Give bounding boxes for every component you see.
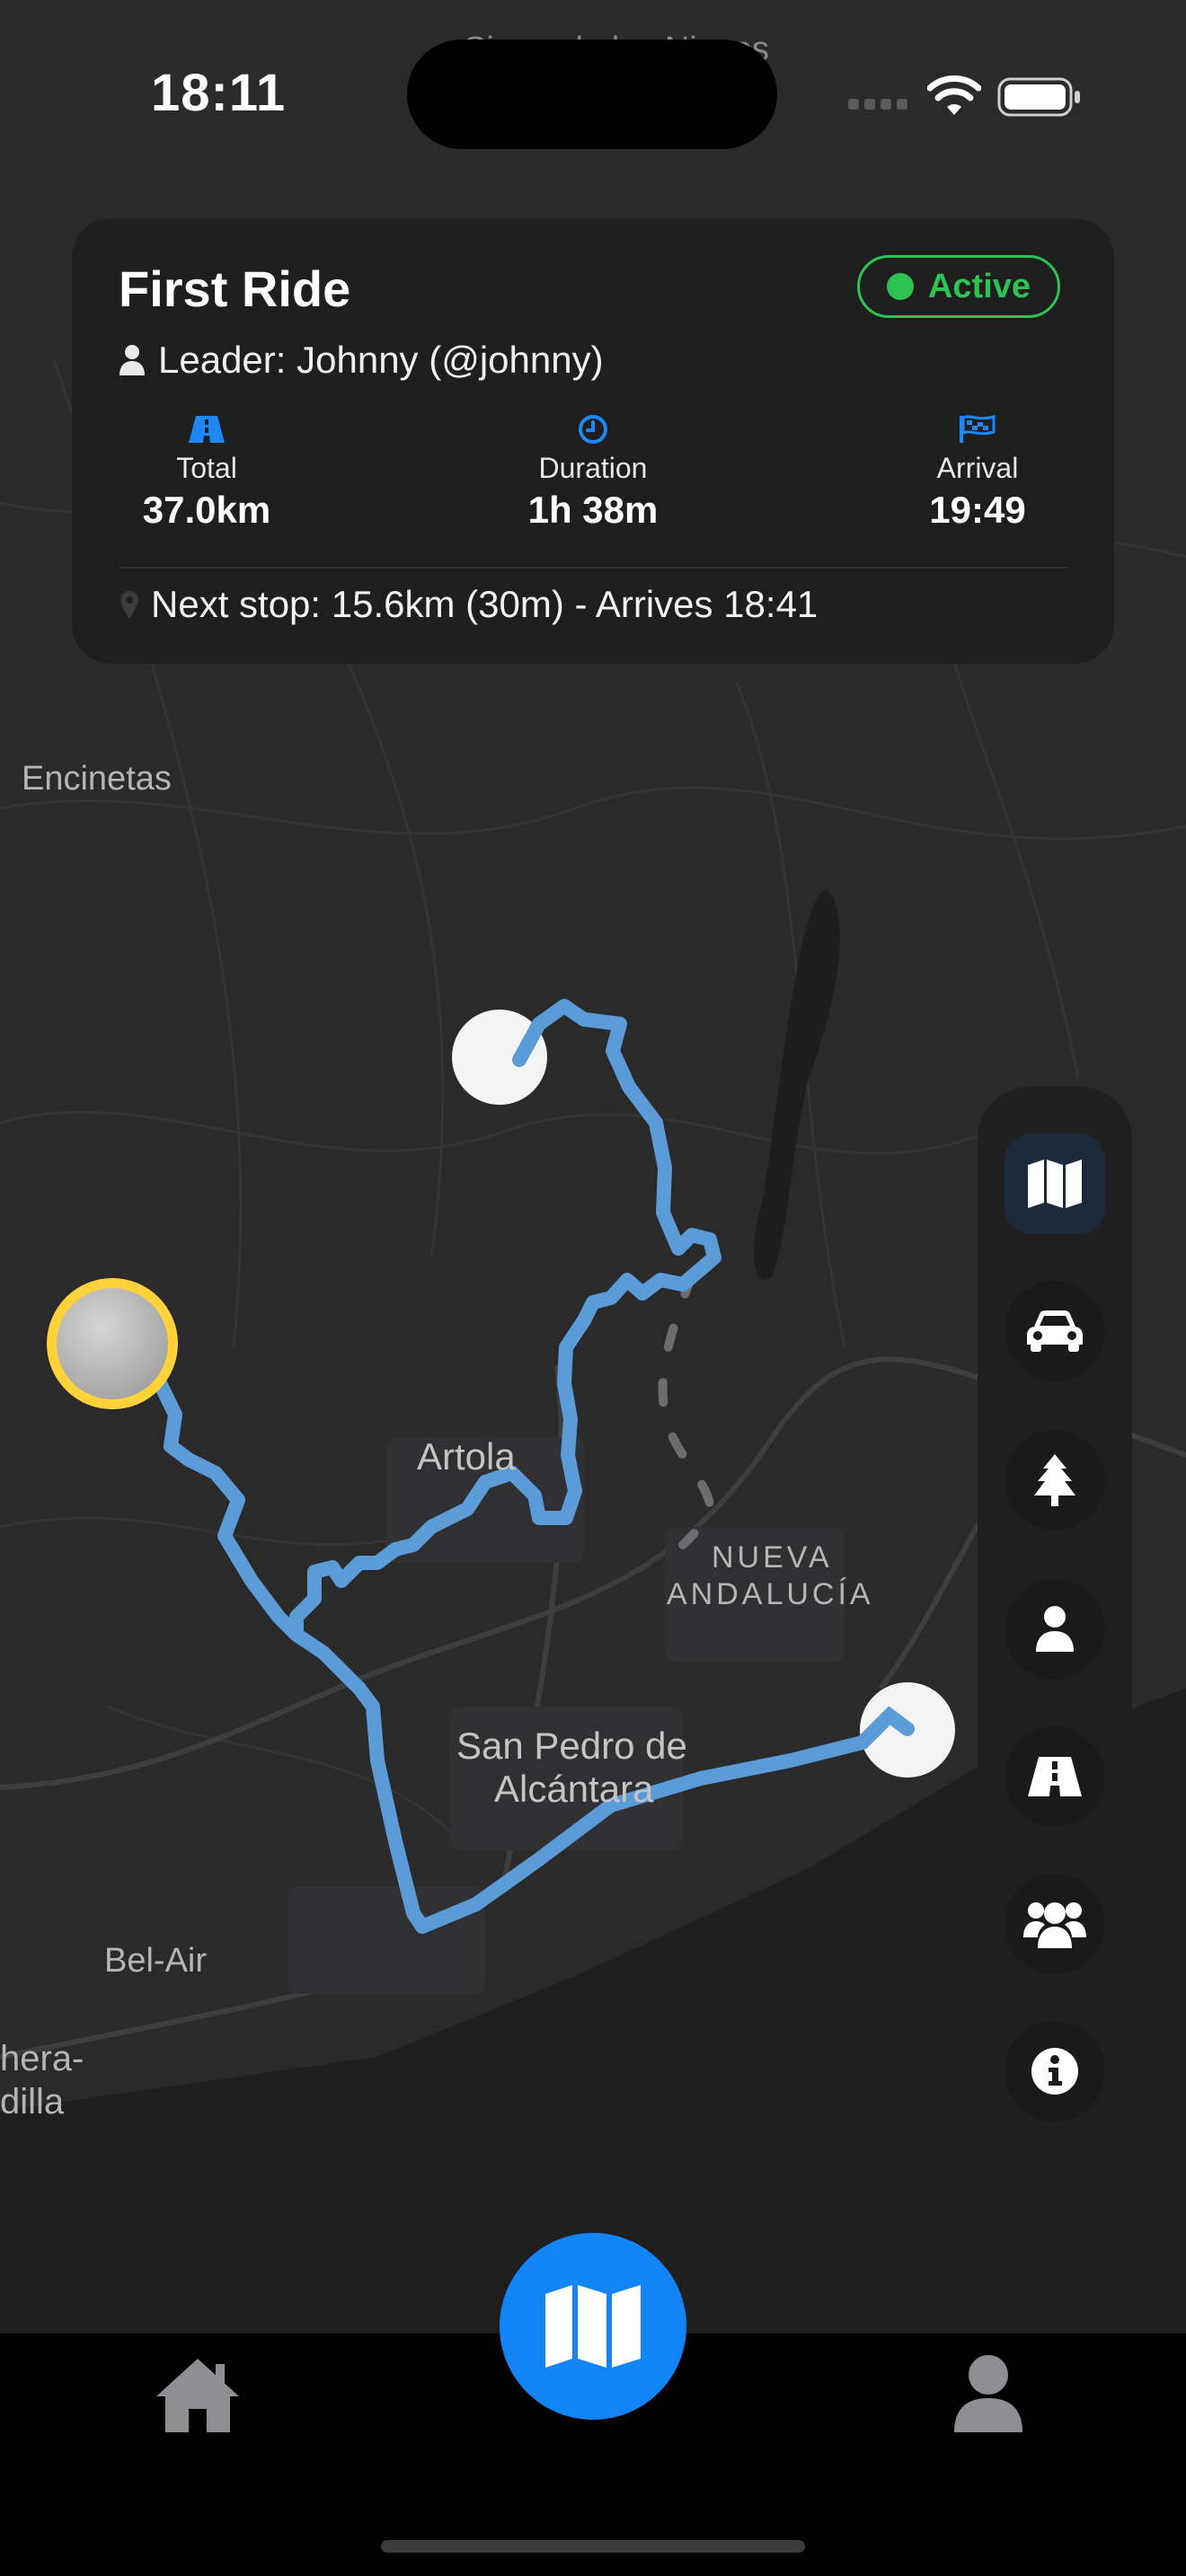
status-badge: Active: [857, 255, 1060, 318]
stat-arrival-label: Arrival: [936, 452, 1019, 484]
stat-arrival-value: 19:49: [929, 489, 1026, 531]
road-icon: [189, 416, 225, 443]
pin-icon: [120, 591, 138, 619]
card-divider: [119, 567, 1067, 569]
map-label-encinetas: Encinetas: [22, 760, 172, 798]
ride-leader: Leader: Johnny (@johnny): [119, 339, 604, 382]
battery-icon: [997, 77, 1080, 117]
map-layer-button[interactable]: [1005, 1134, 1105, 1234]
next-stop: Next stop: 15.6km (30m) - Arrives 18:41: [119, 583, 818, 626]
road-layer-button[interactable]: [1005, 1726, 1105, 1827]
map-label-nueva: NUEVA: [712, 1540, 833, 1575]
home-indicator: [381, 2540, 805, 2553]
car-icon: [1027, 1310, 1083, 1352]
map-label-san-pedro: San Pedro de: [456, 1725, 687, 1767]
map-icon: [1028, 1160, 1082, 1208]
wifi-icon: [927, 75, 981, 115]
start-marker[interactable]: [452, 1010, 547, 1105]
person-icon: [119, 345, 145, 375]
stat-total: Total 37.0km: [72, 414, 341, 532]
status-badge-label: Active: [927, 267, 1031, 305]
road-icon: [1028, 1757, 1082, 1796]
map-label-andalucia: ANDALUCÍA: [667, 1577, 874, 1611]
stat-arrival: Arrival 19:49: [843, 414, 1112, 532]
status-time: 18:11: [151, 64, 287, 122]
signal-icon: [848, 99, 907, 110]
ride-title: First Ride: [119, 260, 351, 317]
map-layer-panel: [978, 1087, 1132, 2168]
stat-duration: Duration 1h 38m: [458, 414, 728, 532]
map-tab-button[interactable]: [500, 2233, 686, 2420]
end-marker[interactable]: [860, 1682, 955, 1778]
next-stop-label: Next stop: 15.6km (30m) - Arrives 18:41: [151, 583, 819, 625]
map-label-bel-air: Bel-Air: [104, 1942, 208, 1980]
clock-icon: [579, 415, 607, 444]
dynamic-island: [407, 40, 777, 149]
status-dot-icon: [886, 273, 914, 300]
leader-location-avatar[interactable]: [47, 1278, 178, 1409]
map-label-partial-2: dilla: [0, 2082, 65, 2122]
stat-total-value: 37.0km: [142, 489, 271, 531]
map-label-artola: Artola: [417, 1435, 516, 1478]
map-label-partial-1: hera-: [0, 2039, 84, 2078]
nature-layer-button[interactable]: [1005, 1430, 1105, 1531]
avatar: [57, 1288, 168, 1399]
group-layer-button[interactable]: [1005, 1874, 1105, 1974]
person-icon: [1036, 1606, 1074, 1652]
home-icon[interactable]: [153, 2355, 243, 2436]
group-icon: [1023, 1902, 1086, 1948]
stat-total-label: Total: [176, 452, 237, 484]
info-icon: [1031, 2048, 1078, 2095]
rider-layer-button[interactable]: [1005, 1579, 1105, 1680]
ride-leader-label: Leader: Johnny (@johnny): [158, 339, 604, 381]
map-label-alcantara: Alcántara: [494, 1768, 654, 1810]
car-layer-button[interactable]: [1005, 1281, 1105, 1381]
info-button[interactable]: [1005, 2021, 1105, 2122]
tree-icon: [1034, 1454, 1075, 1506]
ride-info-card[interactable]: First Ride Active Leader: Johnny (@johnn…: [72, 218, 1114, 664]
flag-icon: [960, 415, 996, 443]
profile-icon[interactable]: [952, 2353, 1024, 2434]
map-icon: [545, 2285, 641, 2368]
stat-duration-value: 1h 38m: [527, 489, 659, 531]
stat-duration-label: Duration: [538, 452, 648, 484]
